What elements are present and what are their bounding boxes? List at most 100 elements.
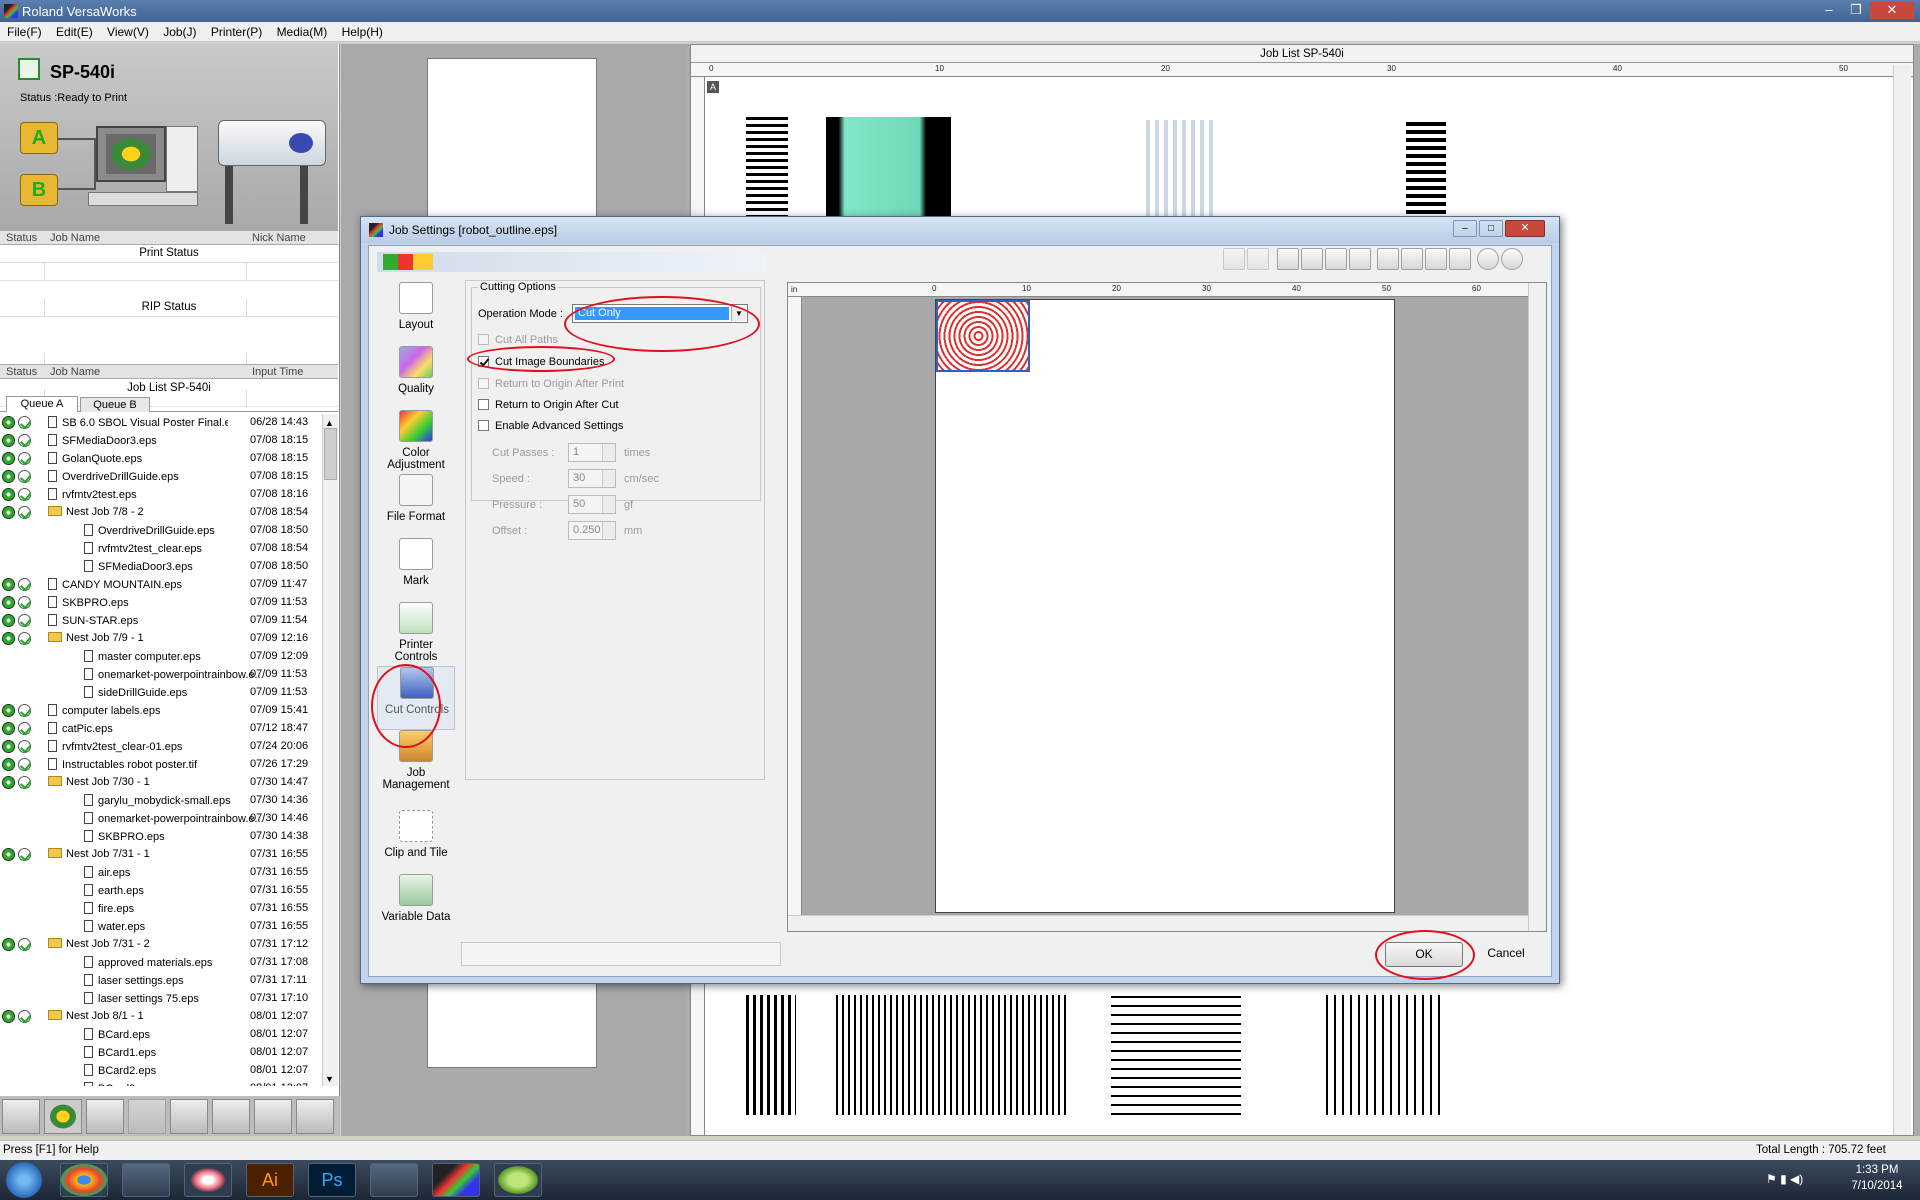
job-row[interactable]: catPic.eps 07/12 18:47 <box>0 720 322 738</box>
preview-canvas[interactable]: in 0 10 20 30 40 50 60 <box>787 282 1547 932</box>
scissors-icon[interactable] <box>122 1163 170 1197</box>
queue-a-icon[interactable]: A <box>20 122 58 154</box>
job-row[interactable]: fire.eps 07/31 16:55 <box>0 900 322 918</box>
scroll-up-icon[interactable]: ▲ <box>325 418 334 428</box>
cut-passes-input[interactable]: 1 <box>568 443 616 462</box>
job-row[interactable]: CANDY MOUNTAIN.eps 07/09 11:47 <box>0 576 322 594</box>
plus-icon[interactable] <box>1477 248 1499 270</box>
nav-layout[interactable]: Layout <box>377 282 455 346</box>
return-after-cut-checkbox[interactable] <box>478 399 489 410</box>
job-row[interactable]: OverdriveDrillGuide.eps 07/08 18:15 <box>0 468 322 486</box>
fit-width-icon[interactable] <box>1425 248 1447 270</box>
job-row[interactable]: BCard2.eps 08/01 12:07 <box>0 1062 322 1080</box>
undo-icon[interactable] <box>1223 248 1245 270</box>
job-row[interactable]: GolanQuote.eps 07/08 18:15 <box>0 450 322 468</box>
job-row[interactable]: Nest Job 7/8 - 2 07/08 18:54 <box>0 504 322 522</box>
job-row[interactable]: laser settings 75.eps 07/31 17:10 <box>0 990 322 1008</box>
nav-file-format[interactable]: File Format <box>377 474 455 538</box>
job-thumbnail[interactable] <box>746 995 796 1115</box>
job-row[interactable]: SKBPRO.eps 07/09 11:53 <box>0 594 322 612</box>
job-row[interactable]: Nest Job 7/31 - 1 07/31 16:55 <box>0 846 322 864</box>
illustrator-icon[interactable]: Ai <box>246 1163 294 1197</box>
job-thumbnail[interactable] <box>1111 995 1241 1115</box>
job-row[interactable]: sideDrillGuide.eps 07/09 11:53 <box>0 684 322 702</box>
center-icon[interactable] <box>1401 248 1423 270</box>
file-explorer-icon[interactable] <box>370 1163 418 1197</box>
job-row[interactable]: Nest Job 7/31 - 2 07/31 17:12 <box>0 936 322 954</box>
media-icon[interactable] <box>2 1099 40 1134</box>
job-row[interactable]: SB 6.0 SBOL Visual Poster Final.eps 06/28… <box>0 414 322 432</box>
preview-scrollbar-v[interactable] <box>1528 283 1546 931</box>
tab-queue-a[interactable]: Queue A <box>6 396 78 412</box>
pressure-input[interactable]: 50 <box>568 495 616 514</box>
job-row[interactable]: SFMediaDoor3.eps 07/08 18:15 <box>0 432 322 450</box>
job-row[interactable]: Nest Job 8/1 - 1 08/01 12:07 <box>0 1008 322 1026</box>
photoshop-icon[interactable]: Ps <box>308 1163 356 1197</box>
cutstudio-icon[interactable] <box>494 1163 542 1197</box>
stop-icon[interactable] <box>212 1099 250 1134</box>
print-download-icon[interactable] <box>170 1099 208 1134</box>
job-row[interactable]: onemarket-powerpointrainbow.e... 07/30 14… <box>0 810 322 828</box>
job-thumbnail[interactable] <box>826 117 951 227</box>
job-row[interactable]: rvfmtv2test_clear.eps 07/08 18:54 <box>0 540 322 558</box>
job-list-scrollbar[interactable]: ▲ ▼ <box>322 414 338 1086</box>
job-row[interactable]: laser settings.eps 07/31 17:11 <box>0 972 322 990</box>
minus-icon[interactable] <box>1501 248 1523 270</box>
dialog-maximize-icon[interactable]: □ <box>1479 220 1503 237</box>
return-after-cut-option[interactable]: Return to Origin After Cut <box>478 399 619 411</box>
canvas-scrollbar[interactable] <box>1893 65 1911 1135</box>
tab-queue-b[interactable]: Queue B <box>80 397 150 412</box>
copy-icon[interactable] <box>128 1099 166 1134</box>
job-row[interactable]: garylu_mobydick-small.eps 07/30 14:36 <box>0 792 322 810</box>
hand-icon[interactable] <box>1301 248 1323 270</box>
rotate-icon[interactable] <box>1377 248 1399 270</box>
preview-scrollbar-h[interactable] <box>788 915 1528 931</box>
advanced-settings-checkbox[interactable] <box>478 420 489 431</box>
cut-all-paths-option[interactable]: Cut All Paths <box>478 334 558 346</box>
close-icon[interactable]: ✕ <box>1870 2 1914 19</box>
job-row[interactable]: computer labels.eps 07/09 15:41 <box>0 702 322 720</box>
job-thumbnail[interactable] <box>1326 995 1446 1115</box>
versaworks-icon[interactable] <box>432 1163 480 1197</box>
cancel-button[interactable]: Cancel <box>1467 942 1545 967</box>
sparkle-icon[interactable] <box>254 1099 292 1134</box>
redo-icon[interactable] <box>1247 248 1269 270</box>
job-row[interactable]: BCard.eps 08/01 12:07 <box>0 1026 322 1044</box>
zoom-in-icon[interactable] <box>1325 248 1347 270</box>
rip-gear-icon[interactable] <box>44 1099 82 1134</box>
cut-all-paths-checkbox[interactable] <box>478 334 489 345</box>
robot-outline-image[interactable] <box>936 300 1030 372</box>
menu-file[interactable]: File(F) <box>0 22 46 39</box>
printer-panel[interactable]: SP-540i Status :Ready to Print A B <box>0 44 338 230</box>
job-row[interactable]: air.eps 07/31 16:55 <box>0 864 322 882</box>
check-icon[interactable] <box>86 1099 124 1134</box>
offset-input[interactable]: 0.250 <box>568 521 616 540</box>
menu-printer[interactable]: Printer(P) <box>204 22 266 39</box>
job-row[interactable]: BCard3.eps 08/01 12:07 <box>0 1080 322 1086</box>
clock-time[interactable]: 1:33 PM <box>1840 1164 1914 1176</box>
job-row[interactable]: rvfmtv2test_clear-01.eps 07/24 20:06 <box>0 738 322 756</box>
queue-b-icon[interactable]: B <box>20 174 58 206</box>
minimize-icon[interactable]: – <box>1816 2 1842 19</box>
scroll-down-icon[interactable]: ▼ <box>325 1074 334 1084</box>
advanced-settings-option[interactable]: Enable Advanced Settings <box>478 420 623 432</box>
menu-edit[interactable]: Edit(E) <box>49 22 97 39</box>
job-row[interactable]: approved materials.eps 07/31 17:08 <box>0 954 322 972</box>
restore-icon[interactable]: ❐ <box>1843 2 1869 19</box>
clock-date[interactable]: 7/10/2014 <box>1840 1180 1914 1192</box>
job-row[interactable]: OverdriveDrillGuide.eps 07/08 18:50 <box>0 522 322 540</box>
job-row[interactable]: Nest Job 7/9 - 1 07/09 12:16 <box>0 630 322 648</box>
job-thumbnail[interactable] <box>836 995 1066 1115</box>
job-row[interactable]: Nest Job 7/30 - 1 07/30 14:47 <box>0 774 322 792</box>
speed-input[interactable]: 30 <box>568 469 616 488</box>
page-icon[interactable] <box>1449 248 1471 270</box>
job-thumbnail[interactable] <box>1406 120 1446 230</box>
nav-clip-and-tile[interactable]: Clip and Tile <box>377 810 455 874</box>
nav-printer-controls[interactable]: Printer Controls <box>377 602 455 666</box>
zoom-out-icon[interactable] <box>1349 248 1371 270</box>
job-row[interactable]: rvfmtv2test.eps 07/08 18:16 <box>0 486 322 504</box>
job-row[interactable]: earth.eps 07/31 16:55 <box>0 882 322 900</box>
menu-view[interactable]: View(V) <box>100 22 153 39</box>
job-row[interactable]: Instructables robot poster.tif 07/26 17:2… <box>0 756 322 774</box>
firefox-icon[interactable] <box>184 1163 232 1197</box>
